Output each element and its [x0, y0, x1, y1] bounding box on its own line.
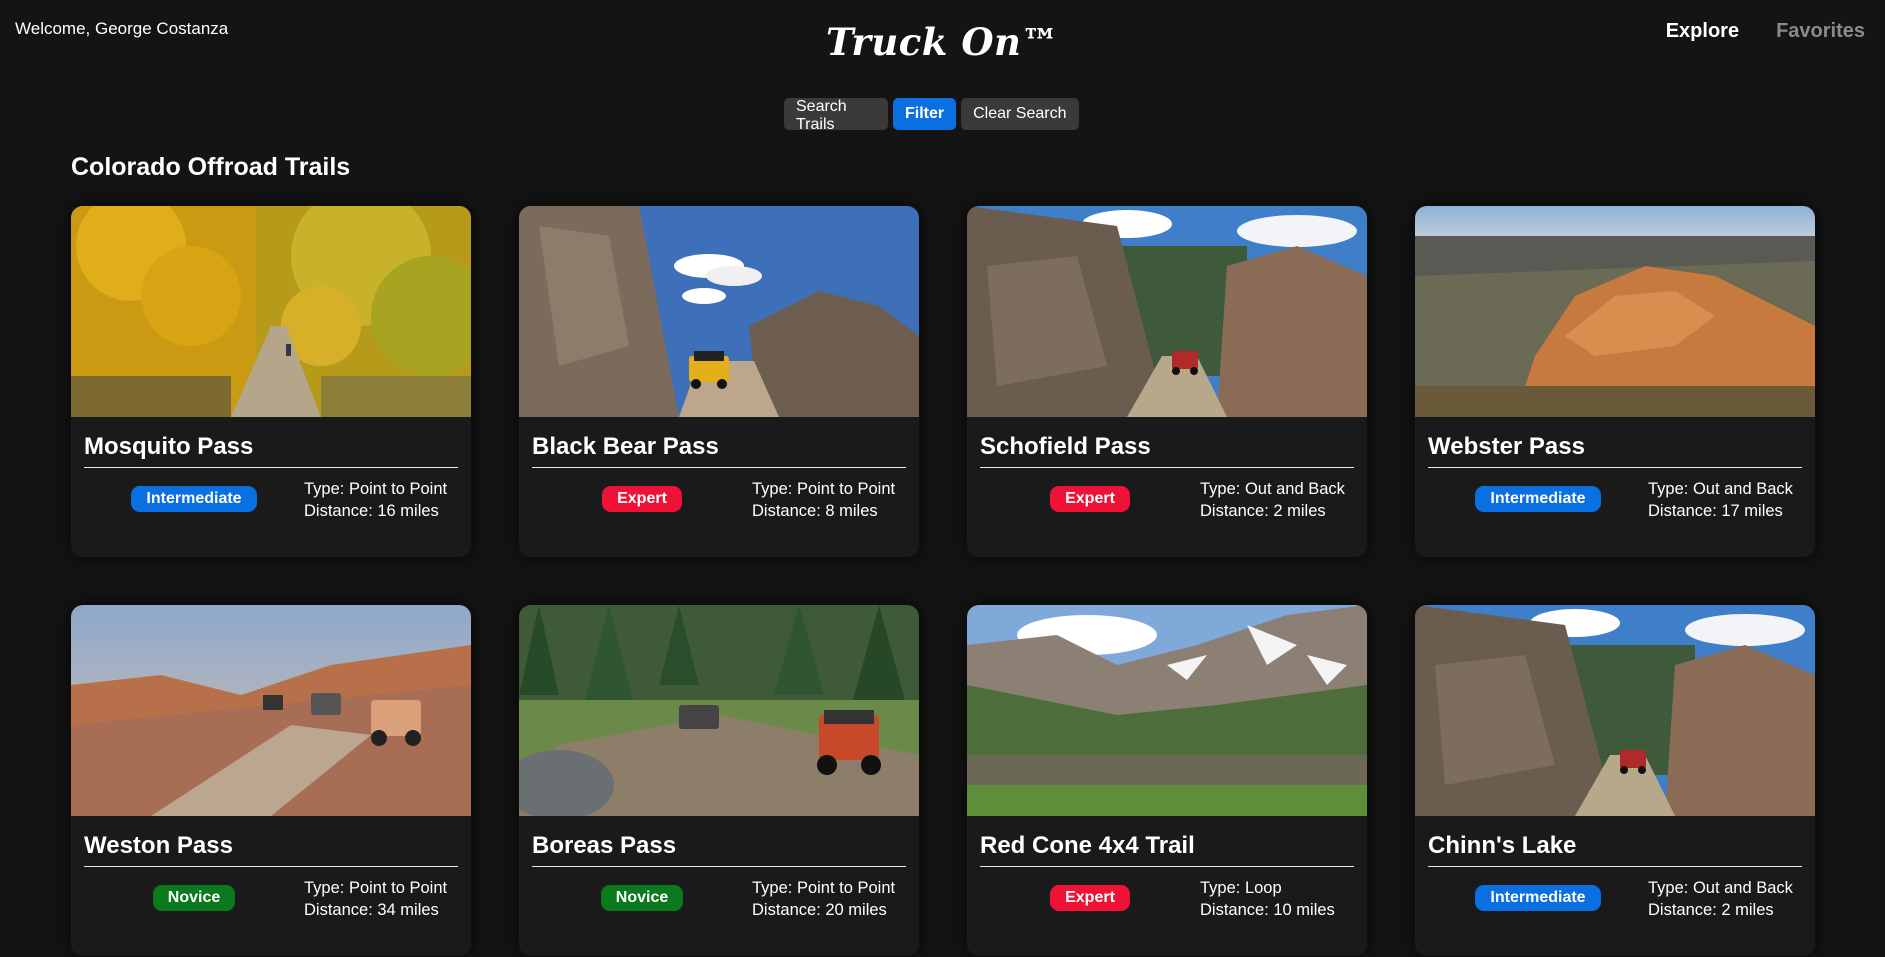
- difficulty-badge: Intermediate: [1475, 486, 1601, 512]
- trail-image[interactable]: [1415, 206, 1815, 417]
- top-nav: Explore Favorites: [1666, 20, 1865, 43]
- nav-favorites[interactable]: Favorites: [1776, 20, 1865, 43]
- trail-name: Red Cone 4x4 Trail: [980, 832, 1354, 867]
- difficulty-badge: Expert: [1050, 486, 1130, 512]
- trail-grid: Mosquito Pass Intermediate Type: Point t…: [71, 206, 1815, 956]
- trail-distance: Distance: 34 miles: [304, 901, 439, 919]
- clear-search-button[interactable]: Clear Search: [961, 98, 1079, 130]
- trail-type: Type: Point to Point: [752, 480, 896, 498]
- trail-distance: Distance: 17 miles: [1648, 502, 1783, 520]
- trail-card[interactable]: Mosquito Pass Intermediate Type: Point t…: [71, 206, 471, 557]
- trail-card[interactable]: Black Bear Pass Expert Type: Point to Po…: [519, 206, 919, 557]
- trail-image[interactable]: [967, 206, 1367, 417]
- trail-name: Boreas Pass: [532, 832, 906, 867]
- brand-title: Truck On™: [826, 20, 1059, 64]
- trail-type: Type: Point to Point: [304, 879, 448, 897]
- section-title: Colorado Offroad Trails: [71, 153, 351, 181]
- difficulty-badge: Intermediate: [131, 486, 257, 512]
- search-trails-input[interactable]: Search Trails: [784, 98, 888, 133]
- trail-distance: Distance: 20 miles: [752, 901, 887, 919]
- trail-distance: Distance: 16 miles: [304, 502, 439, 520]
- trail-image[interactable]: [71, 605, 471, 816]
- difficulty-badge: Expert: [1050, 885, 1130, 911]
- trail-distance: Distance: 2 miles: [1200, 502, 1326, 520]
- trail-image[interactable]: [519, 206, 919, 417]
- trail-distance: Distance: 10 miles: [1200, 901, 1335, 919]
- trail-card[interactable]: Weston Pass Novice Type: Point to Point …: [71, 605, 471, 956]
- trail-distance: Distance: 8 miles: [752, 502, 878, 520]
- trail-image[interactable]: [71, 206, 471, 417]
- trail-type: Type: Point to Point: [304, 480, 448, 498]
- trail-distance: Distance: 2 miles: [1648, 901, 1774, 919]
- difficulty-badge: Novice: [600, 885, 684, 911]
- trail-card[interactable]: Webster Pass Intermediate Type: Out and …: [1415, 206, 1815, 557]
- trail-card[interactable]: Red Cone 4x4 Trail Expert Type: Loop Dis…: [967, 605, 1367, 956]
- trail-type: Type: Point to Point: [752, 879, 896, 897]
- trail-name: Chinn's Lake: [1428, 832, 1802, 867]
- trail-card[interactable]: Schofield Pass Expert Type: Out and Back…: [967, 206, 1367, 557]
- trail-type: Type: Loop: [1200, 879, 1282, 897]
- trail-name: Schofield Pass: [980, 433, 1354, 468]
- difficulty-badge: Intermediate: [1475, 885, 1601, 911]
- filter-button[interactable]: Filter: [893, 98, 957, 130]
- trail-name: Black Bear Pass: [532, 433, 906, 468]
- brand-logo[interactable]: Truck On™: [0, 20, 1885, 64]
- trail-image[interactable]: [1415, 605, 1815, 816]
- search-bar: Search Trails Filter Clear Search: [784, 98, 1079, 133]
- trail-type: Type: Out and Back: [1648, 879, 1793, 897]
- trail-name: Webster Pass: [1428, 433, 1802, 468]
- trail-name: Weston Pass: [84, 832, 458, 867]
- difficulty-badge: Expert: [602, 486, 682, 512]
- difficulty-badge: Novice: [152, 885, 236, 911]
- trail-type: Type: Out and Back: [1648, 480, 1793, 498]
- trail-image[interactable]: [519, 605, 919, 816]
- trail-name: Mosquito Pass: [84, 433, 458, 468]
- trail-image[interactable]: [967, 605, 1367, 816]
- trail-card[interactable]: Chinn's Lake Intermediate Type: Out and …: [1415, 605, 1815, 956]
- trail-type: Type: Out and Back: [1200, 480, 1345, 498]
- trail-card[interactable]: Boreas Pass Novice Type: Point to Point …: [519, 605, 919, 956]
- nav-explore[interactable]: Explore: [1666, 20, 1739, 43]
